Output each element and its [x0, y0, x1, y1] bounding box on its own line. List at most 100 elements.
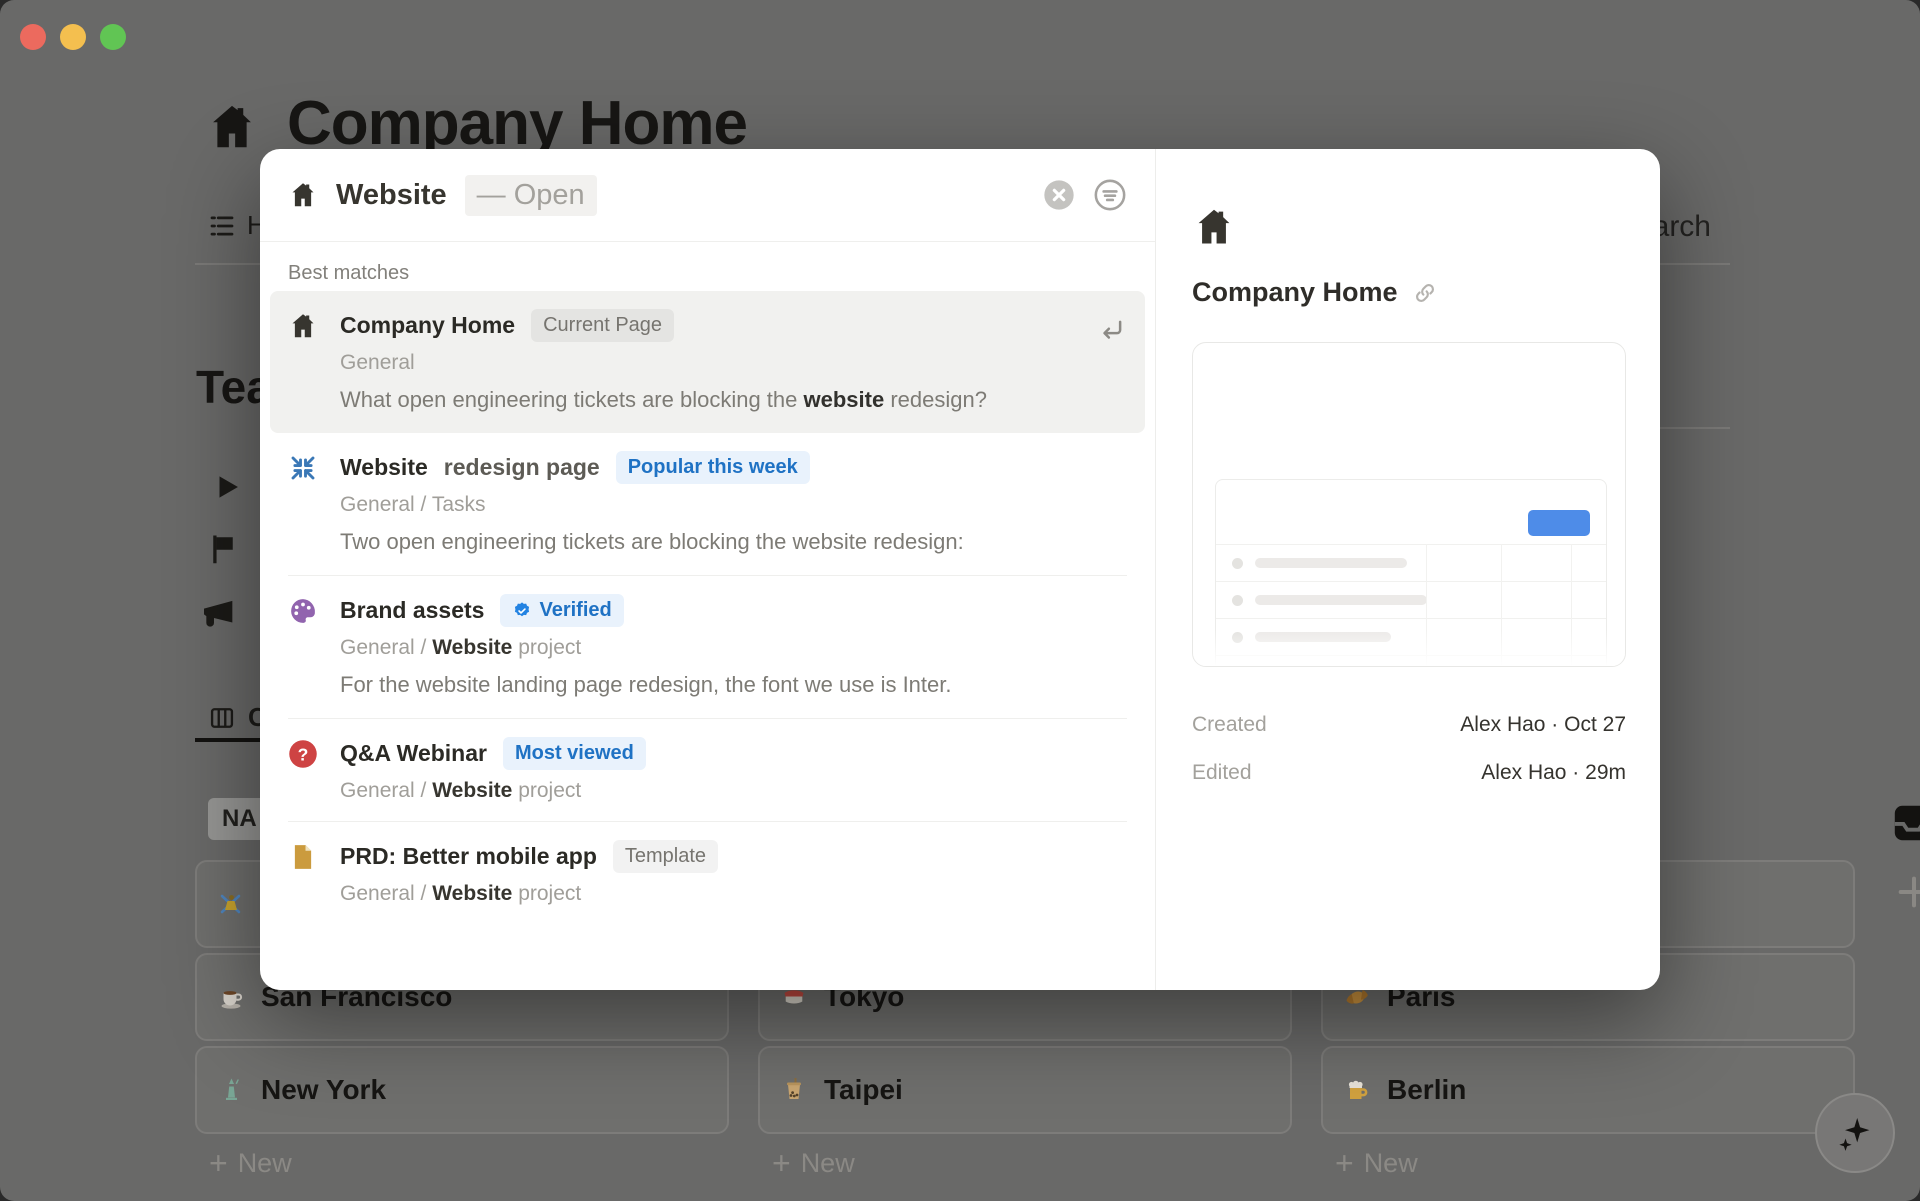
result-title: Website redesign page Popular this week [340, 451, 964, 484]
link-icon[interactable] [1412, 280, 1438, 306]
matched-text: PRD: Better mobile app [340, 843, 597, 870]
list-icon [207, 211, 237, 241]
text-segment: General [340, 351, 415, 374]
bubble-tea-icon [780, 1076, 808, 1104]
search-result-row[interactable]: Company HomeCurrent Page General What open… [270, 291, 1145, 433]
new-card-label: New [801, 1148, 855, 1179]
coffee-icon [217, 983, 245, 1011]
text-segment: General / [340, 882, 432, 905]
result-title: Q&A Webinar Most viewed [340, 737, 646, 770]
palette-icon [288, 596, 318, 626]
collapse-arrows-icon [288, 453, 318, 483]
badge-label: Template [625, 845, 706, 868]
view-tab[interactable]: C [208, 702, 267, 733]
meta-value: Alex Hao · Oct 27 [1460, 713, 1626, 737]
result-badge: Most viewed [503, 737, 646, 770]
result-snippet: For the website landing page redesign, t… [340, 670, 952, 700]
home-icon [288, 180, 318, 210]
plus-icon[interactable] [1894, 872, 1920, 912]
result-badge: Template [613, 840, 718, 873]
text-segment: Two open engineering tickets are blockin… [340, 529, 964, 554]
meta-row-edited: Edited Alex Hao · 29m [1192, 761, 1626, 785]
city-card[interactable]: Berlin [1321, 1046, 1855, 1134]
text-segment: General / Tasks [340, 493, 486, 516]
beer-icon [1343, 1076, 1371, 1104]
result-snippet: Two open engineering tickets are blockin… [340, 527, 964, 557]
matched-text: Website [432, 779, 512, 802]
text-segment: redesign? [884, 387, 987, 412]
matched-text: Q&A Webinar [340, 740, 487, 767]
search-autocomplete-chip[interactable]: — Open [465, 175, 597, 216]
badge-label: Popular this week [628, 456, 798, 479]
result-body: Website redesign page Popular this week Ge… [340, 451, 964, 557]
matched-text: Website [432, 636, 512, 659]
window-controls [20, 24, 126, 50]
meta-value: Alex Hao · 29m [1481, 761, 1626, 785]
page-home-icon [205, 100, 259, 154]
result-title: Company HomeCurrent Page [340, 309, 987, 342]
page-preview-pane: Company Home [1155, 149, 1660, 990]
board-view-icon [208, 704, 236, 732]
search-input[interactable]: Website [336, 179, 447, 212]
text-segment: redesign page [444, 454, 600, 481]
result-title: PRD: Better mobile app Template [340, 840, 718, 873]
result-breadcrumb: General [340, 351, 987, 375]
search-results-pane: Website — Open Best matches Company Home… [260, 149, 1155, 990]
result-breadcrumb: General / Website project [340, 636, 952, 660]
preview-page-title: Company Home [1192, 277, 1398, 308]
search-modal: Website — Open Best matches Company Home… [260, 149, 1660, 990]
sparkle-icon [1836, 1114, 1874, 1152]
text-segment: project [512, 636, 581, 659]
page-meta: Created Alex Hao · Oct 27 Edited Alex Hao ·… [1192, 713, 1626, 785]
result-breadcrumb: General / Website project [340, 882, 718, 906]
matched-text: website [804, 387, 885, 412]
result-badge: Verified [500, 594, 623, 627]
page-preview-thumbnail[interactable] [1192, 342, 1626, 667]
plus-icon: + [1335, 1150, 1354, 1177]
new-card-button[interactable]: + New [1335, 1148, 1418, 1179]
tab-home[interactable]: H [207, 210, 266, 241]
inbox-icon[interactable] [1890, 800, 1920, 846]
close-window-button[interactable] [20, 24, 46, 50]
text-segment: General / [340, 636, 432, 659]
svg-text:?: ? [298, 744, 309, 764]
text-segment: General / [340, 779, 432, 802]
results-list: Company HomeCurrent Page General What open… [260, 291, 1155, 924]
clear-search-icon[interactable] [1043, 179, 1075, 211]
new-card-label: New [1364, 1148, 1418, 1179]
text-segment: For the website landing page redesign, t… [340, 672, 952, 697]
statue-of-liberty-icon [217, 1076, 245, 1104]
ai-sparkle-button[interactable] [1815, 1093, 1895, 1173]
minimize-window-button[interactable] [60, 24, 86, 50]
city-card-title: New York [261, 1074, 386, 1106]
result-snippet: What open engineering tickets are blocki… [340, 385, 987, 415]
result-body: Q&A Webinar Most viewed General / Website … [340, 737, 646, 803]
search-result-row[interactable]: PRD: Better mobile app Template General / … [270, 822, 1145, 924]
search-result-row[interactable]: Website redesign page Popular this week Ge… [270, 433, 1145, 575]
new-card-button[interactable]: +New [209, 1148, 292, 1179]
text-segment: project [512, 779, 581, 802]
result-body: Company HomeCurrent Page General What open… [340, 309, 987, 415]
search-result-row[interactable]: Brand assetsVerifiedGeneral / Website pr… [270, 576, 1145, 718]
meta-row-created: Created Alex Hao · Oct 27 [1192, 713, 1626, 737]
meta-label: Edited [1192, 761, 1252, 785]
result-badge: Current Page [531, 309, 674, 342]
document-icon [288, 842, 318, 872]
search-result-row[interactable]: ? Q&A Webinar Most viewed General / Website… [270, 719, 1145, 821]
result-breadcrumb: General / Website project [340, 779, 646, 803]
city-card[interactable]: Taipei [758, 1046, 1292, 1134]
zoom-window-button[interactable] [100, 24, 126, 50]
megaphone-icon [199, 595, 239, 635]
city-card[interactable]: New York [195, 1046, 729, 1134]
new-card-button[interactable]: +New [772, 1148, 855, 1179]
filter-icon[interactable] [1093, 178, 1127, 212]
matched-text: Website [340, 454, 428, 481]
home-icon [288, 311, 318, 341]
home-icon [1192, 205, 1626, 249]
flag-icon [205, 531, 241, 567]
plus-icon: + [209, 1150, 228, 1177]
meta-label: Created [1192, 713, 1267, 737]
play-icon [211, 470, 245, 504]
preview-blue-button [1528, 510, 1590, 536]
enter-icon [1097, 315, 1127, 415]
